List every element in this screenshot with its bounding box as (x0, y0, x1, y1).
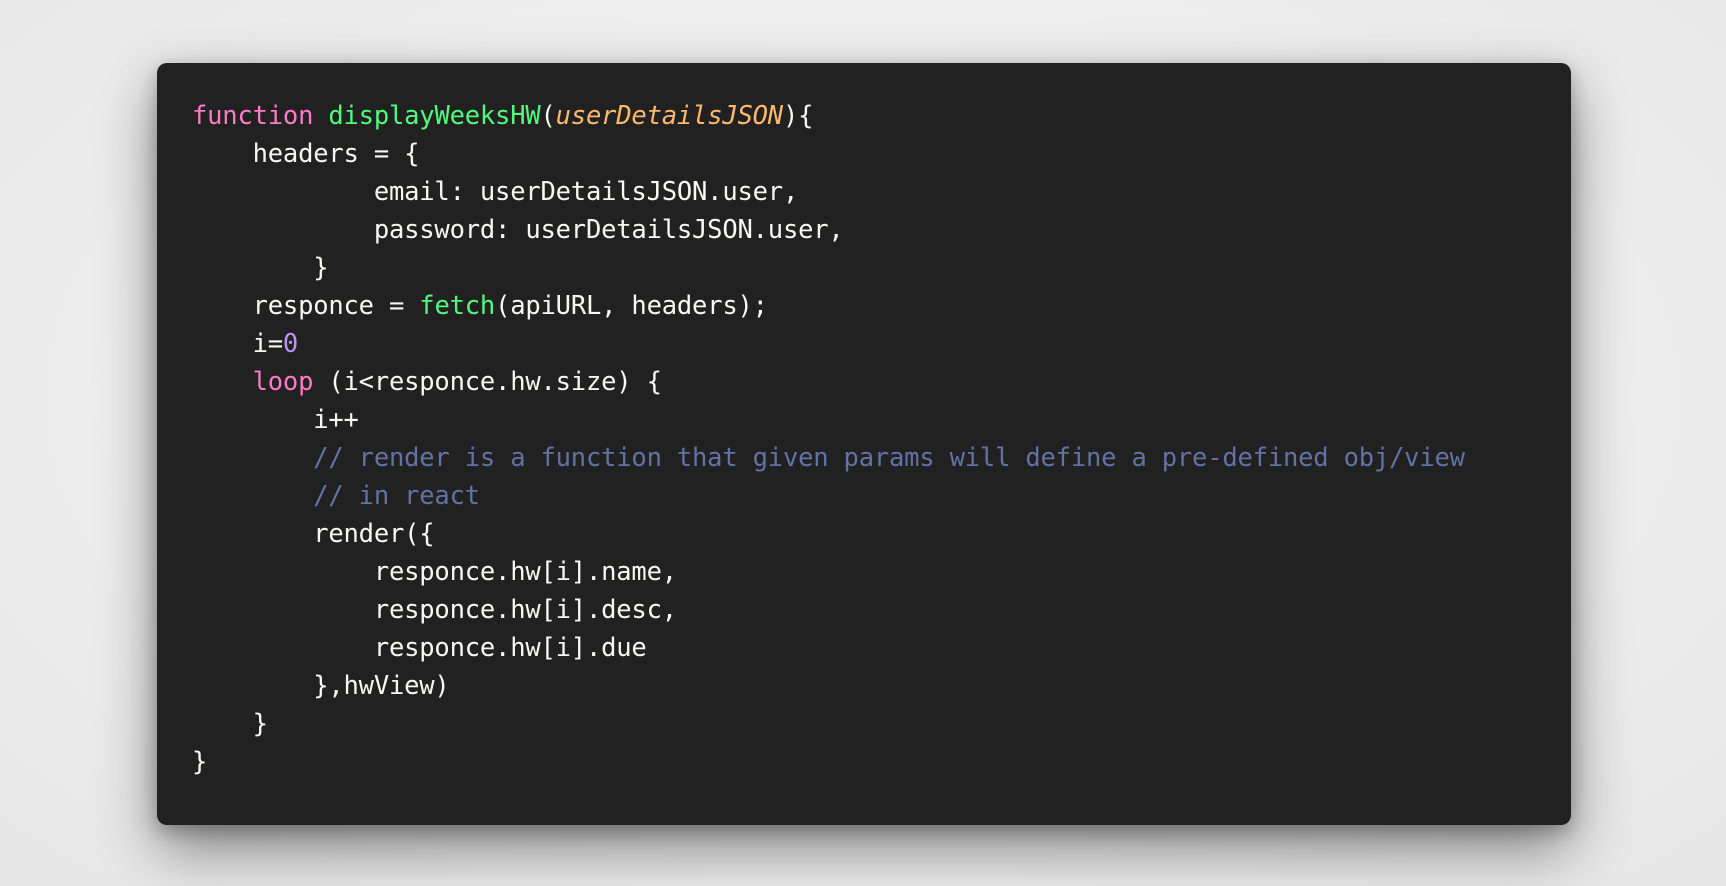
code-text: render({ (192, 519, 435, 549)
code-line: responce.hw[i].desc, (192, 591, 1571, 629)
code-line: // render is a function that given param… (192, 439, 1571, 477)
code-line: } (192, 743, 1571, 781)
code-comment: // render is a function that given param… (313, 443, 1465, 473)
code-number-literal: 0 (282, 329, 299, 359)
code-keyword: loop (252, 367, 314, 397)
code-line: i=0 (192, 325, 1571, 363)
code-comment: // in react (313, 481, 480, 511)
code-text: email: userDetailsJSON.user, (192, 177, 799, 207)
code-text: } (192, 709, 268, 739)
code-text: responce = (192, 291, 420, 321)
code-function-name: displayWeeksHW (328, 101, 541, 131)
code-text: },hwView) (192, 671, 450, 701)
code-text: (apiURL, headers); (495, 291, 768, 321)
code-line: responce.hw[i].due (192, 629, 1571, 667)
code-text: responce.hw[i].desc, (192, 595, 677, 625)
code-text: (i<responce.hw.size) { (313, 367, 662, 397)
code-text: headers = { (192, 139, 420, 169)
code-line: } (192, 705, 1571, 743)
code-line: responce.hw[i].name, (192, 553, 1571, 591)
code-keyword: function (192, 101, 314, 131)
code-line: email: userDetailsJSON.user, (192, 173, 1571, 211)
code-text: } (192, 253, 329, 283)
code-line: responce = fetch(apiURL, headers); (192, 287, 1571, 325)
code-text: } (192, 747, 208, 777)
code-text: password: userDetailsJSON.user, (192, 215, 844, 245)
code-line: loop (i<responce.hw.size) { (192, 363, 1571, 401)
code-line: render({ (192, 515, 1571, 553)
code-text: i++ (192, 405, 359, 435)
code-text: ){ (782, 101, 814, 131)
code-text: responce.hw[i].name, (192, 557, 677, 587)
code-line: } (192, 249, 1571, 287)
code-function-name: fetch (419, 291, 496, 321)
code-line: password: userDetailsJSON.user, (192, 211, 1571, 249)
code-line: function displayWeeksHW(userDetailsJSON)… (192, 97, 1571, 135)
code-text: ( (540, 101, 556, 131)
code-line: },hwView) (192, 667, 1571, 705)
code-line: i++ (192, 401, 1571, 439)
code-line: headers = { (192, 135, 1571, 173)
code-block: function displayWeeksHW(userDetailsJSON)… (192, 97, 1571, 781)
code-parameter: userDetailsJSON (555, 101, 783, 131)
code-text: i= (192, 329, 284, 359)
code-line: // in react (192, 477, 1571, 515)
code-snippet-window: function displayWeeksHW(userDetailsJSON)… (157, 63, 1571, 825)
code-text: responce.hw[i].due (192, 633, 647, 663)
